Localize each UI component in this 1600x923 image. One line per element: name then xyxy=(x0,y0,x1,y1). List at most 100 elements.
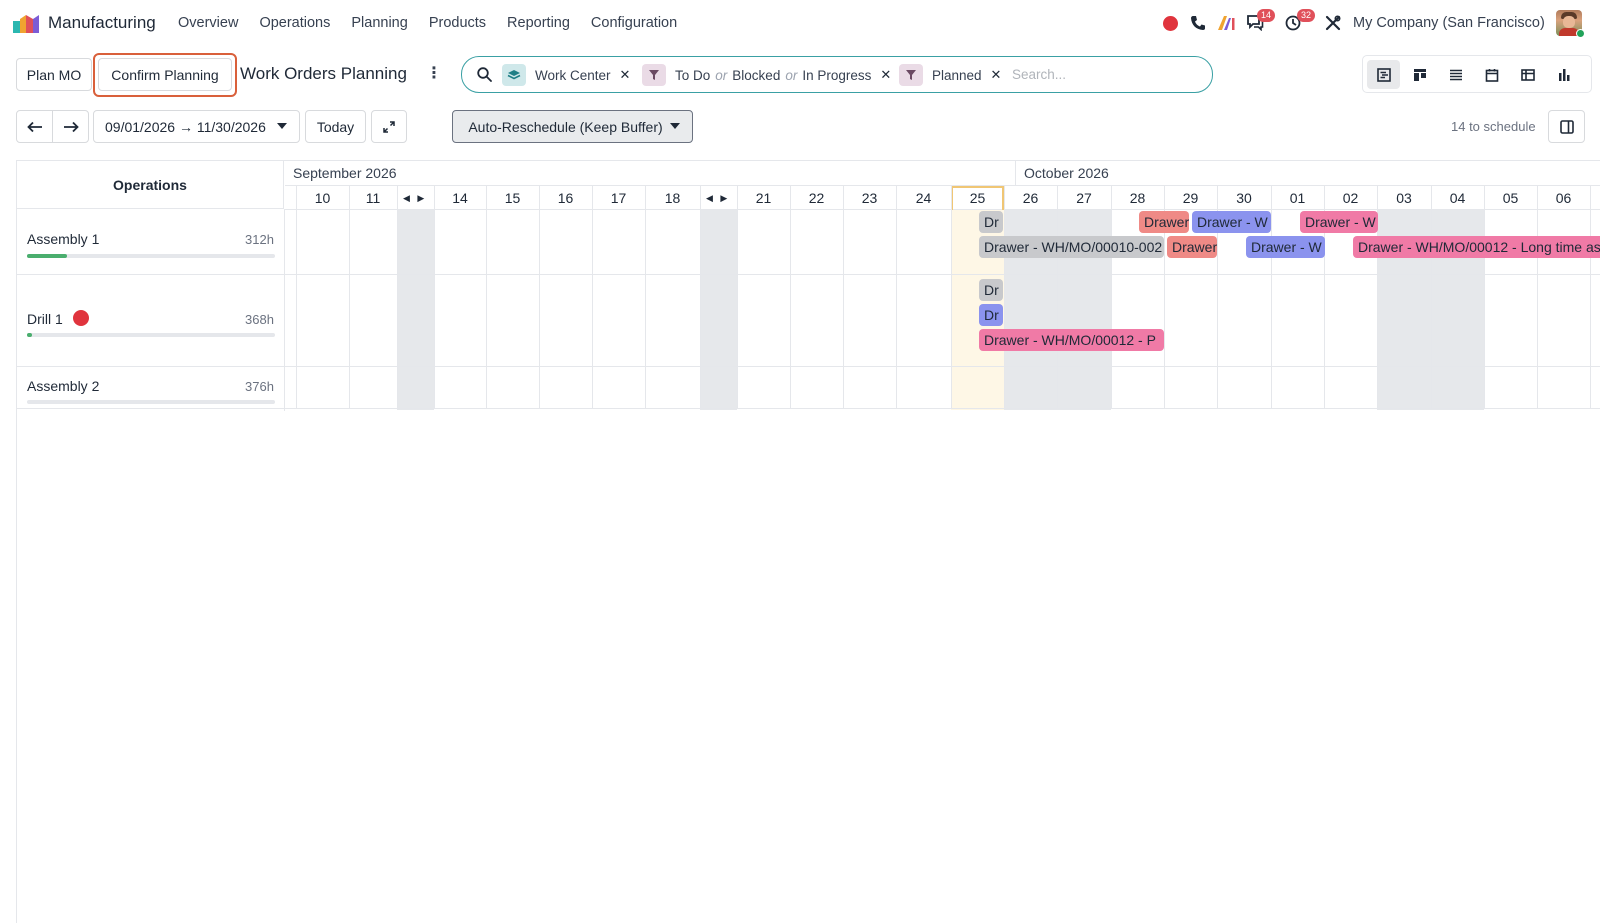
facet-work-center[interactable]: Work Center ✕ xyxy=(502,64,630,86)
collapsed-weekend-column xyxy=(397,210,434,410)
work-order-pill[interactable]: Drawer - W xyxy=(1246,236,1325,258)
toggle-side-panel-button[interactable] xyxy=(1548,110,1585,143)
gantt-rows-header: Operations xyxy=(17,161,284,209)
day-label: 02 xyxy=(1342,190,1359,206)
facet-planned[interactable]: Planned ✕ xyxy=(899,64,1001,86)
ai-icon[interactable] xyxy=(1217,15,1235,31)
facet-remove-icon[interactable]: ✕ xyxy=(880,67,891,83)
collapse-weekend-icon[interactable]: ◀ ▶ xyxy=(706,193,727,204)
work-order-pill[interactable]: Drawer - WH/MO/00012 - P xyxy=(979,329,1164,351)
online-status-dot xyxy=(1576,29,1585,38)
day-label: 16 xyxy=(557,190,574,206)
kanban-view-icon[interactable] xyxy=(1403,60,1436,89)
day-label: 06 xyxy=(1555,190,1572,206)
day-label: 22 xyxy=(808,190,825,206)
day-label: 30 xyxy=(1236,190,1252,206)
list-view-icon[interactable] xyxy=(1439,60,1472,89)
work-order-pill[interactable]: Dr xyxy=(979,304,1003,326)
day-label: 14 xyxy=(452,190,468,206)
auto-reschedule-dropdown[interactable]: Auto-Reschedule (Keep Buffer) xyxy=(452,110,693,143)
work-order-pill[interactable]: Drawer - W xyxy=(1300,211,1378,233)
caret-down-icon xyxy=(277,123,287,129)
menu-planning[interactable]: Planning xyxy=(351,15,407,31)
gantt-view-icon[interactable] xyxy=(1367,60,1400,89)
tools-icon[interactable] xyxy=(1325,15,1341,31)
work-order-pill[interactable]: Drawer xyxy=(1167,236,1217,258)
search-input[interactable]: Search... xyxy=(1012,67,1066,82)
collapsed-weekend-column xyxy=(700,210,737,410)
day-label: 17 xyxy=(610,190,627,206)
manufacturing-app-icon[interactable] xyxy=(13,13,39,33)
facet-or-1: or xyxy=(715,67,728,83)
menu-configuration[interactable]: Configuration xyxy=(591,15,677,31)
confirm-planning-label: Confirm Planning xyxy=(111,66,219,83)
activities-badge: 32 xyxy=(1297,9,1316,22)
main-navbar: Manufacturing Overview Operations Planni… xyxy=(0,0,1600,46)
row-hours: 376h xyxy=(245,379,274,394)
today-label: Today xyxy=(316,118,355,135)
menu-reporting[interactable]: Reporting xyxy=(507,15,570,31)
work-order-pill[interactable]: Dr xyxy=(979,211,1003,233)
filter-funnel-icon xyxy=(899,64,923,86)
day-label: 03 xyxy=(1396,190,1412,206)
expand-icon xyxy=(383,120,395,133)
pivot-view-icon[interactable] xyxy=(1511,60,1544,89)
row-separator xyxy=(17,274,1600,275)
day-label: 11 xyxy=(365,190,381,206)
facet-remove-icon[interactable]: ✕ xyxy=(620,67,631,83)
arrow-right-icon xyxy=(63,121,79,132)
work-order-pill[interactable]: Drawer xyxy=(1139,211,1189,233)
today-button[interactable]: Today xyxy=(305,110,366,143)
day-label: 05 xyxy=(1502,190,1519,206)
work-order-pill[interactable]: Drawer - WH/MO/00012 - Long time as xyxy=(1353,236,1600,258)
search-icon[interactable] xyxy=(477,67,492,82)
row-load-bar xyxy=(27,254,275,258)
date-range-picker[interactable]: 09/01/2026 → 11/30/2026 xyxy=(93,110,300,143)
confirm-planning-button[interactable]: Confirm Planning xyxy=(98,58,232,91)
month-divider xyxy=(285,185,1600,186)
day-label: 23 xyxy=(861,190,878,206)
facet-status-todo: To Do xyxy=(675,67,711,83)
work-order-pill[interactable]: Drawer - W xyxy=(1192,211,1271,233)
company-switcher[interactable]: My Company (San Francisco) xyxy=(1353,15,1545,31)
row-load-bar xyxy=(27,400,275,404)
row-title: Assembly 2 xyxy=(27,378,100,394)
work-order-pill[interactable]: Dr xyxy=(979,279,1003,301)
search-bar[interactable]: Work Center ✕ To Do or Blocked or In Pro… xyxy=(461,56,1213,93)
next-period-button[interactable] xyxy=(52,110,89,143)
facet-status[interactable]: To Do or Blocked or In Progress ✕ xyxy=(642,64,891,86)
expand-button[interactable] xyxy=(371,110,407,143)
day-label: 15 xyxy=(504,190,521,206)
recording-icon[interactable] xyxy=(1163,16,1178,31)
facet-or-2: or xyxy=(785,67,798,83)
app-name[interactable]: Manufacturing xyxy=(48,13,156,33)
month-label-october: October 2026 xyxy=(1024,165,1109,181)
row-title: Drill 1 xyxy=(27,311,63,327)
menu-overview[interactable]: Overview xyxy=(178,15,238,31)
collapse-weekend-icon[interactable]: ◀ ▶ xyxy=(403,193,424,204)
arrow-left-icon xyxy=(26,121,42,132)
calendar-view-icon[interactable] xyxy=(1475,60,1508,89)
side-panel-icon xyxy=(1559,119,1574,134)
auto-reschedule-label: Auto-Reschedule (Keep Buffer) xyxy=(468,118,663,135)
caret-down-icon xyxy=(670,123,680,129)
actions-kebab-icon[interactable]: ⋮ xyxy=(426,66,442,82)
previous-period-button[interactable] xyxy=(16,110,53,143)
facet-work-center-label: Work Center xyxy=(535,67,611,83)
facet-remove-icon[interactable]: ✕ xyxy=(991,67,1002,83)
day-label: 24 xyxy=(915,190,932,206)
plan-mo-label: Plan MO xyxy=(26,66,82,83)
work-order-pill[interactable]: Drawer - WH/MO/00010-002 xyxy=(979,236,1164,258)
menu-operations[interactable]: Operations xyxy=(259,15,330,31)
row-title: Assembly 1 xyxy=(27,231,100,247)
plan-mo-button[interactable]: Plan MO xyxy=(16,58,92,91)
day-label: 28 xyxy=(1129,190,1146,206)
month-boundary xyxy=(1015,161,1016,186)
day-label: 10 xyxy=(314,190,331,206)
facet-status-blocked: Blocked xyxy=(732,67,781,83)
day-label: 26 xyxy=(1022,190,1039,206)
graph-view-icon[interactable] xyxy=(1547,60,1580,89)
phone-icon[interactable] xyxy=(1190,15,1206,31)
menu-products[interactable]: Products xyxy=(429,15,486,31)
row-separator xyxy=(17,408,1600,409)
